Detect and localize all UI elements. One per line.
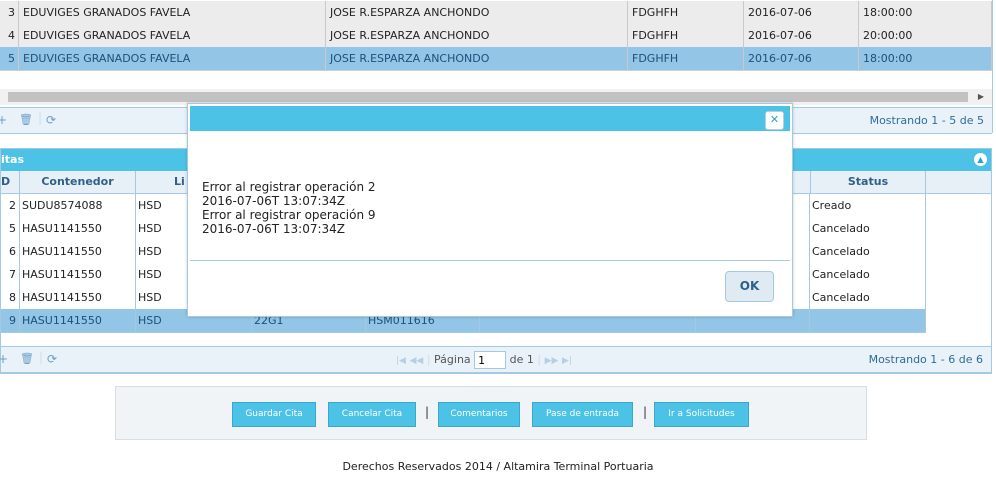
page-label: Página xyxy=(434,353,471,366)
table-cell-status: Cancelado xyxy=(810,286,926,309)
pagination: |◀ ◀◀ | Página de 1 | ▶▶ ▶| xyxy=(396,350,572,370)
table-cell-fecha: 2016-07-06 xyxy=(744,24,859,47)
grid-caption-title: itas xyxy=(1,153,24,166)
entry-pass-button[interactable]: Pase de entrada xyxy=(532,402,633,427)
table-cell-contenedor: SUDU8574088 xyxy=(20,194,136,217)
scroll-right-icon[interactable]: ▶ xyxy=(978,92,984,101)
table-cell-agente: JOSE R.ESPARZA ANCHONDO xyxy=(326,47,628,70)
comments-button[interactable]: Comentarios xyxy=(438,402,520,427)
table-cell-fecha: 2016-07-06 xyxy=(744,1,859,24)
table-row[interactable]: 3 EDUVIGES GRANADOS FAVELA JOSE R.ESPARZA … xyxy=(0,1,992,25)
table-cell-contenedor: HASU1141550 xyxy=(20,240,136,263)
message-line: Error al registrar operación 2 xyxy=(202,180,376,194)
plus-icon[interactable]: + xyxy=(0,113,7,127)
table-cell-id: 3 xyxy=(0,1,19,24)
bottom-records-count: Mostrando 1 - 6 de 6 xyxy=(868,353,983,366)
cancel-appointment-button[interactable]: Cancelar Cita xyxy=(328,402,416,427)
bottom-grid-pager: + 🗑 | ⟳ |◀ ◀◀ | Página de 1 | ▶▶ ▶| Most… xyxy=(0,346,991,373)
pager-separator: | xyxy=(39,350,44,364)
page-of-label: de 1 xyxy=(509,353,534,366)
dialog-divider xyxy=(190,260,790,261)
table-cell-contenedor: HASU1141550 xyxy=(20,286,136,309)
table-cell-status: Cancelado xyxy=(810,263,926,286)
collapse-icon[interactable]: ▲ xyxy=(974,153,987,166)
pager-separator: | xyxy=(38,111,43,125)
table-row[interactable]: 5 EDUVIGES GRANADOS FAVELA JOSE R.ESPARZA … xyxy=(0,47,992,71)
table-cell-agente: JOSE R.ESPARZA ANCHONDO xyxy=(326,24,628,47)
table-cell-contenedor: HASU1141550 xyxy=(20,309,136,332)
separator: | xyxy=(643,405,648,419)
message-line: Error al registrar operación 9 xyxy=(202,208,376,222)
error-dialog: ✕ Error al registrar operación 2 2016-07… xyxy=(187,103,793,317)
go-to-requests-button[interactable]: Ir a Solicitudes xyxy=(654,402,749,427)
close-icon[interactable]: ✕ xyxy=(765,111,784,130)
table-cell-id: 8 xyxy=(1,286,20,309)
col-header-status[interactable]: Status xyxy=(810,171,926,193)
dialog-titlebar[interactable]: ✕ xyxy=(190,106,790,131)
dialog-message: Error al registrar operación 2 2016-07-0… xyxy=(202,180,762,236)
col-header-contenedor[interactable]: Contenedor xyxy=(20,171,136,193)
table-cell-status: Creado xyxy=(810,194,926,217)
table-cell-id: 2 xyxy=(1,194,20,217)
table-cell-cliente: EDUVIGES GRANADOS FAVELA xyxy=(19,47,326,70)
table-cell-status: Cancelado xyxy=(810,217,926,240)
table-cell-id: 4 xyxy=(0,24,19,47)
scrollbar-thumb[interactable] xyxy=(8,92,968,102)
table-cell-id: 6 xyxy=(1,240,20,263)
plus-icon[interactable]: + xyxy=(0,352,8,366)
first-page-icon[interactable]: |◀ xyxy=(396,356,406,366)
table-cell-hora: 20:00:00 xyxy=(859,24,992,47)
save-appointment-button[interactable]: Guardar Cita xyxy=(232,402,316,427)
table-cell-status xyxy=(810,309,926,332)
table-cell-hora: 18:00:00 xyxy=(859,1,992,24)
table-cell-cliente: EDUVIGES GRANADOS FAVELA xyxy=(19,24,326,47)
table-cell-hora: 18:00:00 xyxy=(859,47,992,70)
table-cell-id: 5 xyxy=(0,47,19,70)
table-cell-status: Cancelado xyxy=(810,240,926,263)
message-line: 2016-07-06T 13:07:34Z xyxy=(202,194,345,208)
table-row[interactable]: 4 EDUVIGES GRANADOS FAVELA JOSE R.ESPARZA … xyxy=(0,24,992,48)
table-cell-id: 9 xyxy=(1,309,20,332)
table-cell-cliente: EDUVIGES GRANADOS FAVELA xyxy=(19,1,326,24)
ok-button[interactable]: OK xyxy=(725,271,774,302)
footer-copyright: Derechos Reservados 2014 / Altamira Term… xyxy=(342,460,654,473)
table-cell-contenedor: HASU1141550 xyxy=(20,217,136,240)
trash-icon[interactable]: 🗑 xyxy=(19,113,33,126)
table-cell-agente: JOSE R.ESPARZA ANCHONDO xyxy=(326,1,628,24)
trash-icon[interactable]: 🗑 xyxy=(20,352,34,365)
last-page-icon[interactable]: ▶| xyxy=(562,356,572,366)
separator: | xyxy=(425,405,430,419)
table-cell-ref: FDGHFH xyxy=(628,24,744,47)
table-cell-fecha: 2016-07-06 xyxy=(744,47,859,70)
action-bar: Guardar Cita Cancelar Cita | Comentarios… xyxy=(115,386,867,440)
table-cell-ref: FDGHFH xyxy=(628,1,744,24)
next-page-icon[interactable]: ▶▶ xyxy=(545,356,559,366)
refresh-icon[interactable]: ⟳ xyxy=(47,352,57,366)
col-header-id[interactable]: D xyxy=(1,171,20,193)
page-input[interactable] xyxy=(474,351,507,369)
table-cell-contenedor: HASU1141550 xyxy=(20,263,136,286)
prev-page-icon[interactable]: ◀◀ xyxy=(409,356,423,366)
refresh-icon[interactable]: ⟳ xyxy=(46,113,56,127)
top-records-count: Mostrando 1 - 5 de 5 xyxy=(869,114,984,127)
table-cell-id: 7 xyxy=(1,263,20,286)
table-cell-id: 5 xyxy=(1,217,20,240)
table-cell-ref: FDGHFH xyxy=(628,47,744,70)
message-line: 2016-07-06T 13:07:34Z xyxy=(202,222,345,236)
